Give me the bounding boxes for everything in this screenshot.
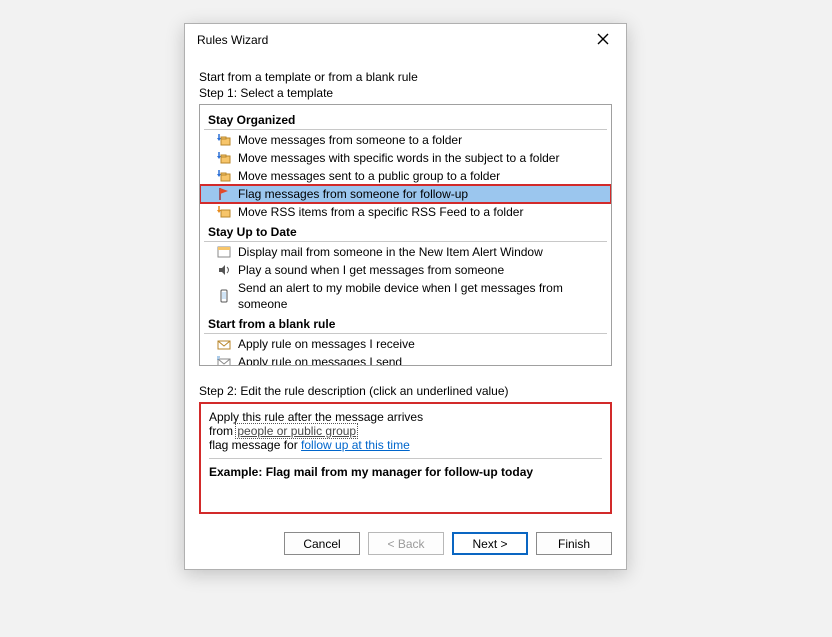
flag-icon <box>216 186 232 202</box>
template-item[interactable]: Move messages sent to a public group to … <box>202 167 609 185</box>
template-item-label: Move RSS items from a specific RSS Feed … <box>238 204 523 220</box>
sound-icon <box>216 262 232 278</box>
divider <box>209 458 602 459</box>
template-item-label: Move messages with specific words in the… <box>238 150 559 166</box>
template-item[interactable]: Move RSS items from a specific RSS Feed … <box>202 203 609 221</box>
category-header: Stay Organized <box>204 111 607 130</box>
template-item-label: Flag messages from someone for follow-up <box>238 186 468 202</box>
template-item[interactable]: Flag messages from someone for follow-up <box>200 185 611 203</box>
back-button[interactable]: < Back <box>368 532 444 555</box>
template-item[interactable]: Send an alert to my mobile device when I… <box>202 279 609 313</box>
desc-line-flag: flag message for follow up at this time <box>209 438 602 452</box>
button-row: Cancel < Back Next > Finish <box>199 532 612 555</box>
desc-line-apply: Apply this rule after the message arrive… <box>209 410 602 424</box>
template-item-label: Play a sound when I get messages from so… <box>238 262 504 278</box>
template-item-label: Display mail from someone in the New Ite… <box>238 244 543 260</box>
rss-folder-icon <box>216 204 232 220</box>
close-icon <box>597 33 609 48</box>
follow-up-time-link[interactable]: follow up at this time <box>301 438 410 452</box>
step1-label: Step 1: Select a template <box>199 86 612 100</box>
example-text: Example: Flag mail from my manager for f… <box>209 465 602 479</box>
dialog-title: Rules Wizard <box>197 33 268 47</box>
template-item-label: Send an alert to my mobile device when I… <box>238 280 605 312</box>
finish-button[interactable]: Finish <box>536 532 612 555</box>
cancel-button[interactable]: Cancel <box>284 532 360 555</box>
titlebar: Rules Wizard <box>185 24 626 56</box>
move-folder-icon <box>216 168 232 184</box>
category-header: Start from a blank rule <box>204 315 607 334</box>
template-item-label: Move messages from someone to a folder <box>238 132 462 148</box>
template-item-label: Apply rule on messages I receive <box>238 336 415 352</box>
alert-window-icon <box>216 244 232 260</box>
next-button[interactable]: Next > <box>452 532 528 555</box>
category-header: Stay Up to Date <box>204 223 607 242</box>
envelope-out-icon <box>216 354 232 366</box>
template-item[interactable]: Play a sound when I get messages from so… <box>202 261 609 279</box>
template-item[interactable]: Display mail from someone in the New Ite… <box>202 243 609 261</box>
template-item-label: Move messages sent to a public group to … <box>238 168 500 184</box>
mobile-icon <box>216 288 232 304</box>
intro-text: Start from a template or from a blank ru… <box>199 70 612 84</box>
template-item[interactable]: Apply rule on messages I send <box>202 353 609 366</box>
envelope-in-icon <box>216 336 232 352</box>
people-or-group-link[interactable]: people or public group <box>236 424 357 438</box>
template-item[interactable]: Apply rule on messages I receive <box>202 335 609 353</box>
template-listbox[interactable]: Stay Organized Move messages from someone… <box>199 104 612 366</box>
rule-description-box: Apply this rule after the message arrive… <box>199 402 612 514</box>
close-button[interactable] <box>588 30 618 50</box>
template-item[interactable]: Move messages from someone to a folder <box>202 131 609 149</box>
template-item[interactable]: Move messages with specific words in the… <box>202 149 609 167</box>
rules-wizard-dialog: Rules Wizard Start from a template or fr… <box>184 23 627 570</box>
desc-line-from: from people or public group <box>209 424 602 438</box>
step2-label: Step 2: Edit the rule description (click… <box>199 384 612 398</box>
move-folder-icon <box>216 150 232 166</box>
template-item-label: Apply rule on messages I send <box>238 354 402 366</box>
move-folder-icon <box>216 132 232 148</box>
